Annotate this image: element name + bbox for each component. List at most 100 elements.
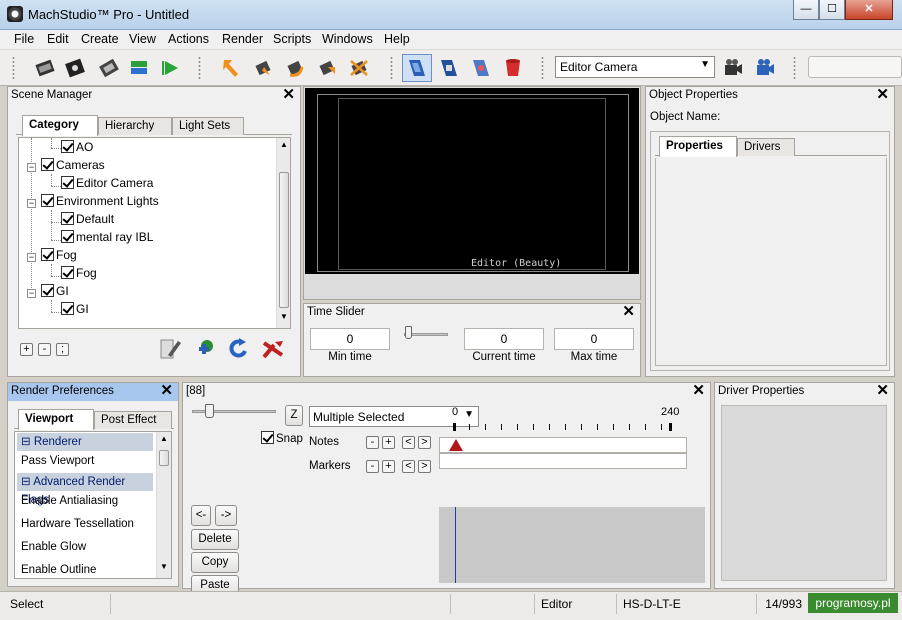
markers-prev-button[interactable]: < xyxy=(402,460,415,473)
toolbar-grip[interactable] xyxy=(390,56,393,80)
checkbox[interactable] xyxy=(61,302,74,315)
tree-item[interactable]: Fog xyxy=(61,266,97,284)
image-icon[interactable] xyxy=(64,57,86,79)
delete-icon[interactable] xyxy=(261,337,285,361)
close-icon[interactable]: ✕ xyxy=(692,383,705,398)
scroll-thumb[interactable] xyxy=(279,172,289,308)
expand-all-button[interactable]: + xyxy=(20,343,33,356)
close-button[interactable]: ✕ xyxy=(845,0,893,20)
tree-item[interactable]: Editor Camera xyxy=(61,176,153,194)
menu-render[interactable]: Render xyxy=(222,32,263,46)
notes-prev-button[interactable]: < xyxy=(402,436,415,449)
transform-icon[interactable] xyxy=(348,57,370,79)
menu-file[interactable]: File xyxy=(14,32,34,46)
toolbar-grip[interactable] xyxy=(541,56,544,80)
menu-windows[interactable]: Windows xyxy=(322,32,373,46)
rotate-icon[interactable] xyxy=(284,57,306,79)
tree-item[interactable]: Environment Lights xyxy=(41,194,159,212)
delete-button[interactable]: Delete xyxy=(191,529,239,550)
play-icon[interactable] xyxy=(160,57,182,79)
tree-scrollbar[interactable]: ▲ ▼ xyxy=(276,138,290,328)
checkbox[interactable] xyxy=(61,212,74,225)
scroll-up-icon[interactable]: ▲ xyxy=(277,140,290,154)
markers-track[interactable] xyxy=(439,453,687,469)
snap-toggle[interactable]: Snap xyxy=(261,431,303,445)
max-time-field[interactable]: 0 xyxy=(554,328,634,350)
viewport-canvas[interactable]: Editor (Beauty) xyxy=(305,88,639,274)
scroll-down-icon[interactable]: ▼ xyxy=(277,312,290,326)
camera-select[interactable]: Editor Camera ▼ xyxy=(555,56,715,78)
checkbox[interactable] xyxy=(41,158,54,171)
notes-track[interactable] xyxy=(439,437,687,453)
edit-pen-icon[interactable] xyxy=(158,337,182,361)
tab-post-effect[interactable]: Post Effect xyxy=(94,411,172,429)
notes-next-button[interactable]: > xyxy=(418,436,431,449)
film-strip-icon[interactable] xyxy=(98,57,120,79)
bucket-icon[interactable] xyxy=(502,57,524,79)
tab-drivers[interactable]: Drivers xyxy=(737,138,795,156)
checkbox[interactable] xyxy=(41,194,54,207)
setting-enable-outline[interactable]: Enable Outline xyxy=(17,561,153,578)
tree-item[interactable]: Cameras xyxy=(41,158,105,176)
zoom-slider-thumb[interactable] xyxy=(205,404,214,418)
toolbar-grip[interactable] xyxy=(198,56,201,80)
camera-orbit-icon[interactable] xyxy=(438,57,460,79)
minimize-button[interactable]: — xyxy=(793,0,819,20)
scale-icon[interactable] xyxy=(316,57,338,79)
refresh-icon[interactable] xyxy=(227,337,251,361)
close-icon[interactable]: ✕ xyxy=(876,383,889,398)
markers-next-button[interactable]: > xyxy=(418,460,431,473)
section-renderer[interactable]: ⊟ Renderer xyxy=(17,433,153,451)
tab-properties[interactable]: Properties xyxy=(659,136,737,157)
keyframe-area[interactable] xyxy=(439,507,705,583)
scroll-thumb[interactable] xyxy=(159,450,169,466)
menu-view[interactable]: View xyxy=(129,32,156,46)
playhead-marker-icon[interactable] xyxy=(449,439,463,451)
time-slider-thumb[interactable] xyxy=(405,326,412,339)
collapse-icon[interactable]: − xyxy=(27,253,36,262)
zoom-z-button[interactable]: Z xyxy=(285,405,303,426)
tree-item[interactable]: Fog xyxy=(41,248,77,266)
nav-next-button[interactable]: -> xyxy=(215,505,237,526)
camera-add-icon[interactable] xyxy=(754,57,776,79)
toolbar-search-field[interactable] xyxy=(808,56,902,78)
setting-enable-glow[interactable]: Enable Glow xyxy=(17,538,153,556)
tree-item[interactable]: GI xyxy=(61,302,89,320)
scroll-up-icon[interactable]: ▲ xyxy=(157,434,171,448)
checkbox[interactable] xyxy=(61,176,74,189)
collapse-icon[interactable]: − xyxy=(27,199,36,208)
tree-item[interactable]: AO xyxy=(61,140,93,158)
tab-category[interactable]: Category xyxy=(22,115,98,136)
move-icon[interactable] xyxy=(252,57,274,79)
render-preferences-scrollbar[interactable]: ▲ ▼ xyxy=(156,432,171,578)
markers-remove-button[interactable]: - xyxy=(366,460,379,473)
maximize-button[interactable]: ☐ xyxy=(819,0,845,20)
layers-icon[interactable] xyxy=(128,57,150,79)
collapse-icon[interactable]: − xyxy=(27,289,36,298)
menu-edit[interactable]: Edit xyxy=(47,32,69,46)
section-advanced-render-flags[interactable]: ⊟ Advanced Render Flags xyxy=(17,473,153,506)
close-icon[interactable]: ✕ xyxy=(622,304,635,319)
checkbox[interactable] xyxy=(41,248,54,261)
camera-icon[interactable] xyxy=(722,57,744,79)
tree-item[interactable]: Default xyxy=(61,212,114,230)
setting-pass-viewport[interactable]: Pass Viewport xyxy=(17,452,153,470)
film-icon[interactable] xyxy=(34,57,56,79)
collapse-icon[interactable]: − xyxy=(27,163,36,172)
menu-create[interactable]: Create xyxy=(81,32,119,46)
setting-enable-antialiasing[interactable]: Enable Antialiasing xyxy=(17,492,153,510)
tree-item[interactable]: mental ray IBL xyxy=(61,230,153,248)
markers-add-button[interactable]: + xyxy=(382,460,395,473)
menu-actions[interactable]: Actions xyxy=(168,32,209,46)
collapse-all-button[interactable]: - xyxy=(38,343,51,356)
min-time-field[interactable]: 0 xyxy=(310,328,390,350)
close-icon[interactable]: ✕ xyxy=(160,383,173,398)
notes-add-button[interactable]: + xyxy=(382,436,395,449)
select-arrow-icon[interactable] xyxy=(220,57,242,79)
add-object-icon[interactable] xyxy=(193,337,217,361)
copy-button[interactable]: Copy xyxy=(191,552,239,573)
close-icon[interactable]: ✕ xyxy=(876,87,889,102)
toolbar-grip[interactable] xyxy=(793,56,796,80)
scroll-down-icon[interactable]: ▼ xyxy=(157,562,171,576)
menu-scripts[interactable]: Scripts xyxy=(273,32,311,46)
